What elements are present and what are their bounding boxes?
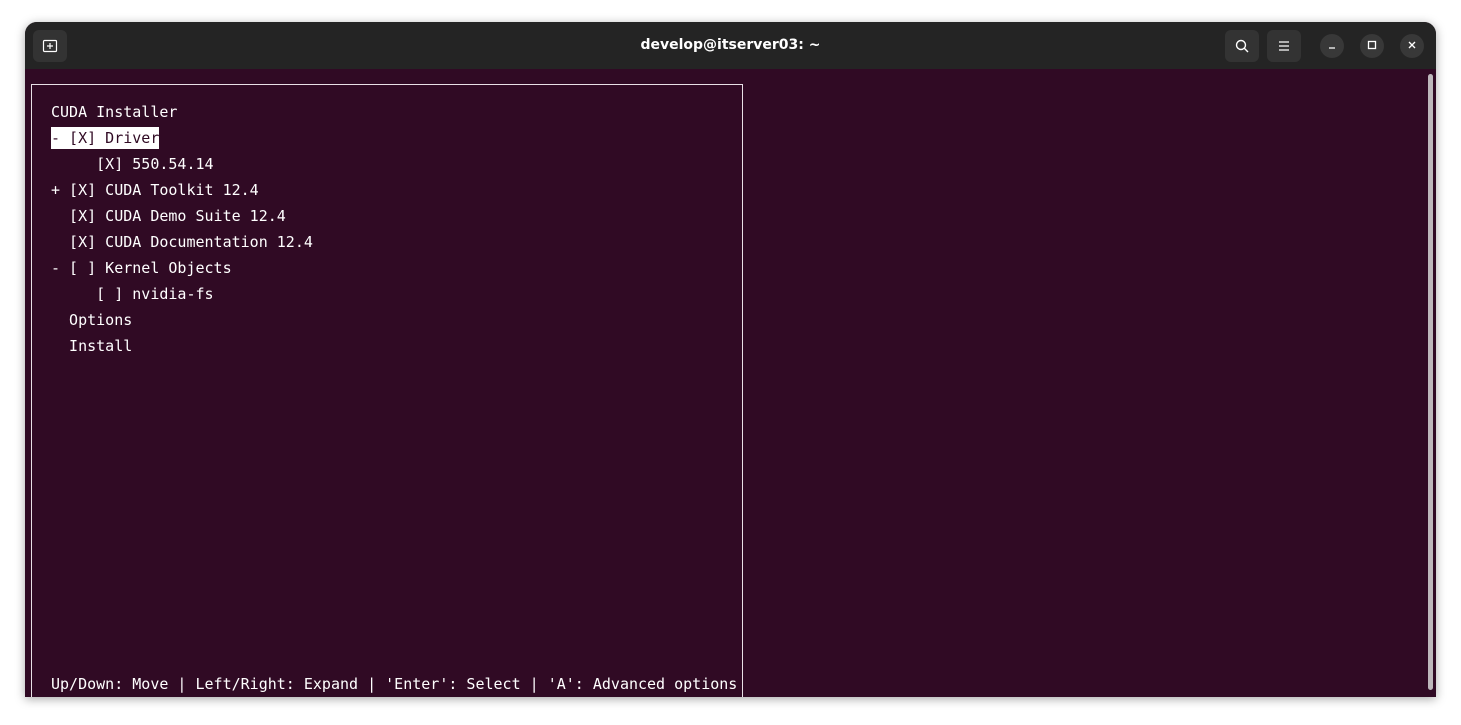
menu-item-cuda-demo-suite[interactable]: [X] CUDA Demo Suite 12.4 bbox=[51, 205, 286, 227]
maximize-button[interactable] bbox=[1360, 34, 1384, 58]
maximize-icon bbox=[1367, 37, 1377, 55]
menu-item-driver-version[interactable]: [X] 550.54.14 bbox=[51, 153, 213, 175]
menu-item-nvidia-fs[interactable]: [ ] nvidia-fs bbox=[51, 283, 213, 305]
titlebar: develop@itserver03: ~ bbox=[25, 22, 1436, 69]
close-icon bbox=[1407, 37, 1417, 55]
terminal-area[interactable]: CUDA Installer - [X] Driver [X] 550.54.1… bbox=[25, 69, 1436, 697]
menu-item-cuda-toolkit[interactable]: + [X] CUDA Toolkit 12.4 bbox=[51, 179, 259, 201]
cuda-installer-dialog: CUDA Installer - [X] Driver [X] 550.54.1… bbox=[31, 84, 743, 697]
menu-button[interactable] bbox=[1267, 30, 1301, 62]
menu-item-options[interactable]: Options bbox=[51, 309, 132, 331]
hamburger-menu-icon bbox=[1276, 38, 1292, 54]
menu-item-cuda-documentation[interactable]: [X] CUDA Documentation 12.4 bbox=[51, 231, 313, 253]
terminal-scrollbar[interactable] bbox=[1428, 74, 1433, 690]
keyboard-help-footer: Up/Down: Move | Left/Right: Expand | 'En… bbox=[51, 675, 738, 693]
terminal-window: develop@itserver03: ~ CUDA Installer - [… bbox=[25, 22, 1436, 697]
minimize-icon bbox=[1327, 37, 1337, 55]
search-icon bbox=[1234, 38, 1250, 54]
minimize-button[interactable] bbox=[1320, 34, 1344, 58]
search-button[interactable] bbox=[1225, 30, 1259, 62]
close-button[interactable] bbox=[1400, 34, 1424, 58]
menu-item-kernel-objects[interactable]: - [ ] Kernel Objects bbox=[51, 257, 232, 279]
menu-item-driver[interactable]: - [X] Driver bbox=[51, 127, 160, 149]
installer-title: CUDA Installer bbox=[51, 103, 178, 121]
menu-item-install[interactable]: Install bbox=[51, 335, 132, 357]
